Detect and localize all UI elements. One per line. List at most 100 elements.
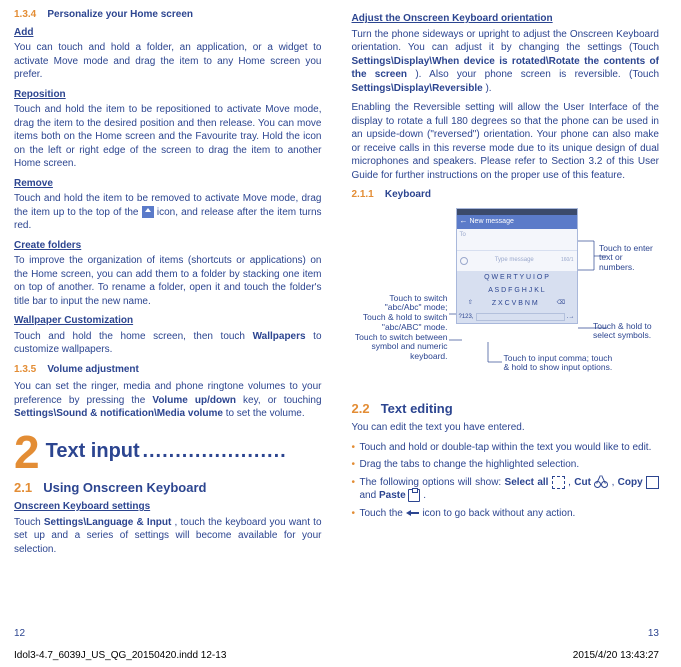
wall-bold: Wallpapers — [253, 331, 306, 342]
kb-space — [476, 313, 565, 321]
wall-head: Wallpaper Customization — [14, 314, 322, 328]
sec-num: 1.3.5 — [14, 364, 36, 375]
sec-21-head: 2.1 Using Onscreen Keyboard — [14, 479, 322, 497]
chapter-2-txt: Text input — [46, 440, 140, 462]
bullet-1: Touch and hold or double-tap within the … — [352, 441, 660, 455]
shift-icon: ⇧ — [468, 299, 473, 308]
create-body: To improve the organization of items (sh… — [14, 254, 322, 308]
chapter-2-dots: ...................... — [142, 440, 286, 462]
enabling-body: Enabling the Reversible setting will all… — [352, 101, 660, 182]
keyboard-diagram: ← New message To Type message 160/1 Q W … — [352, 206, 660, 392]
remove-body: Touch and hold the item to be removed to… — [14, 192, 322, 233]
copy-icon — [646, 476, 659, 489]
sec-title: Personalize your Home screen — [47, 9, 193, 20]
left-column: 1.3.4 Personalize your Home screen Add Y… — [14, 8, 322, 562]
callout-abc-1: Touch to switch "abc/Abc" mode; — [385, 293, 448, 313]
sec-num: 2.1.1 — [352, 189, 374, 200]
vol-bold1: Volume up/down — [152, 395, 236, 406]
page-num-right: 13 — [648, 628, 659, 639]
meta-file: Idol3-4.7_6039J_US_QG_20150420.indd 12-1… — [14, 650, 226, 661]
right-column: Adjust the Onscreen Keyboard orientation… — [352, 8, 660, 562]
page-num-left: 12 — [14, 628, 25, 639]
okb-body: Touch Settings\Language & Input , touch … — [14, 516, 322, 557]
kb-row-3-letters: Z X C V B N M — [492, 299, 538, 308]
b4a: Touch the — [360, 508, 406, 519]
kb-123: ?123 — [459, 313, 472, 321]
kb-comma: , — [472, 313, 474, 321]
adjust-body-part1: Turn the phone sideways or upright to ad… — [352, 29, 660, 54]
phone-to-field: To — [457, 229, 577, 251]
adjust-head: Adjust the Onscreen Keyboard orientation — [352, 12, 660, 26]
backspace-icon: ⌫ — [557, 299, 565, 308]
sec-title: Volume adjustment — [47, 364, 139, 375]
reposition-body: Touch and hold the item to be reposition… — [14, 103, 322, 171]
to-label: To — [460, 232, 466, 238]
sec-num: 2.2 — [352, 401, 370, 416]
remove-head: Remove — [14, 177, 322, 191]
sec-title: Text editing — [381, 401, 453, 416]
edit-intro: You can edit the text you have entered. — [352, 421, 660, 435]
sec-title: Using Onscreen Keyboard — [43, 480, 206, 495]
remove-icon — [142, 206, 154, 218]
phone-header-label: New message — [470, 217, 514, 226]
okb-head: Onscreen Keyboard settings — [14, 500, 322, 514]
bullet-2: Drag the tabs to change the highlighted … — [352, 458, 660, 472]
b3-copy: Copy — [618, 477, 643, 488]
kb-row-1: Q W E R T Y U I O P — [457, 271, 577, 284]
char-count: 160/1 — [561, 257, 574, 264]
phone-header: ← New message — [457, 215, 577, 229]
print-meta: Idol3-4.7_6039J_US_QG_20150420.indd 12-1… — [14, 650, 659, 661]
adjust-bold2: Settings\Display\Reversible — [352, 83, 483, 94]
sec-22-head: 2.2 Text editing — [352, 400, 660, 418]
sec-134-head: 1.3.4 Personalize your Home screen — [14, 8, 322, 22]
back-arrow-icon: ← — [460, 216, 468, 227]
b3-and: and — [360, 490, 379, 501]
vol-body: You can set the ringer, media and phone … — [14, 380, 322, 421]
cut-icon — [594, 476, 608, 488]
create-head: Create folders — [14, 239, 322, 253]
select-all-icon — [552, 476, 565, 489]
sec-211-head: 2.1.1 Keyboard — [352, 188, 660, 202]
callout-sym: Touch to switch between symbol and numer… — [352, 333, 448, 362]
callout-comma: Touch to input comma; touch & hold to sh… — [504, 354, 614, 374]
b3-cut: Cut — [574, 477, 591, 488]
vol-bold2: Settings\Sound & notification\Media volu… — [14, 408, 223, 419]
callout-abc-2: Touch & hold to switch "abc/ABC" mode. — [363, 312, 448, 332]
callout-abc: Touch to switch "abc/Abc" mode; Touch & … — [352, 294, 448, 333]
attach-icon — [460, 257, 468, 265]
b3-dot: . — [423, 490, 426, 501]
callout-hold-sym: Touch & hold to select symbols. — [593, 322, 659, 342]
wall-body-part1: Touch and hold the home screen, then tou… — [14, 331, 253, 342]
paste-icon — [408, 489, 420, 502]
b4b: icon to go back without any action. — [422, 508, 575, 519]
reposition-head: Reposition — [14, 88, 322, 102]
add-body: You can touch and hold a folder, an appl… — [14, 41, 322, 82]
edit-bullets: Touch and hold or double-tap within the … — [352, 441, 660, 521]
msg-placeholder: Type message — [495, 256, 534, 264]
chapter-2-num: 2 — [14, 429, 40, 475]
add-head: Add — [14, 26, 322, 40]
okb-body-part1: Touch — [14, 517, 44, 528]
b3-paste: Paste — [379, 490, 406, 501]
adjust-body-part3: ). — [485, 83, 491, 94]
vol-body-part3: to set the volume. — [226, 408, 305, 419]
bullet-4: Touch the icon to go back without any ac… — [352, 507, 660, 521]
kb-row-3: ⇧ Z X C V B N M ⌫ — [457, 297, 577, 310]
b3-select: Select all — [505, 477, 549, 488]
meta-date: 2015/4/20 13:43:27 — [573, 650, 659, 661]
b3a: The following options will show: — [360, 477, 505, 488]
phone-mock: ← New message To Type message 160/1 Q W … — [456, 208, 578, 324]
sec-num: 2.1 — [14, 480, 32, 495]
sec-135-head: 1.3.5 Volume adjustment — [14, 363, 322, 377]
kb-send: → — [569, 313, 575, 321]
page-footer: 12 13 — [14, 628, 659, 639]
sec-num: 1.3.4 — [14, 9, 36, 20]
kb-row-2: A S D F G H J K L — [457, 284, 577, 297]
back-icon — [406, 507, 420, 519]
wall-body: Touch and hold the home screen, then tou… — [14, 330, 322, 357]
okb-bold: Settings\Language & Input — [44, 517, 171, 528]
bullet-3: The following options will show: Select … — [352, 476, 660, 503]
kb-bottom-row: ?123 , . → — [457, 311, 577, 323]
adjust-body: Turn the phone sideways or upright to ad… — [352, 28, 660, 96]
vol-body-part2: key, or touching — [243, 395, 321, 406]
